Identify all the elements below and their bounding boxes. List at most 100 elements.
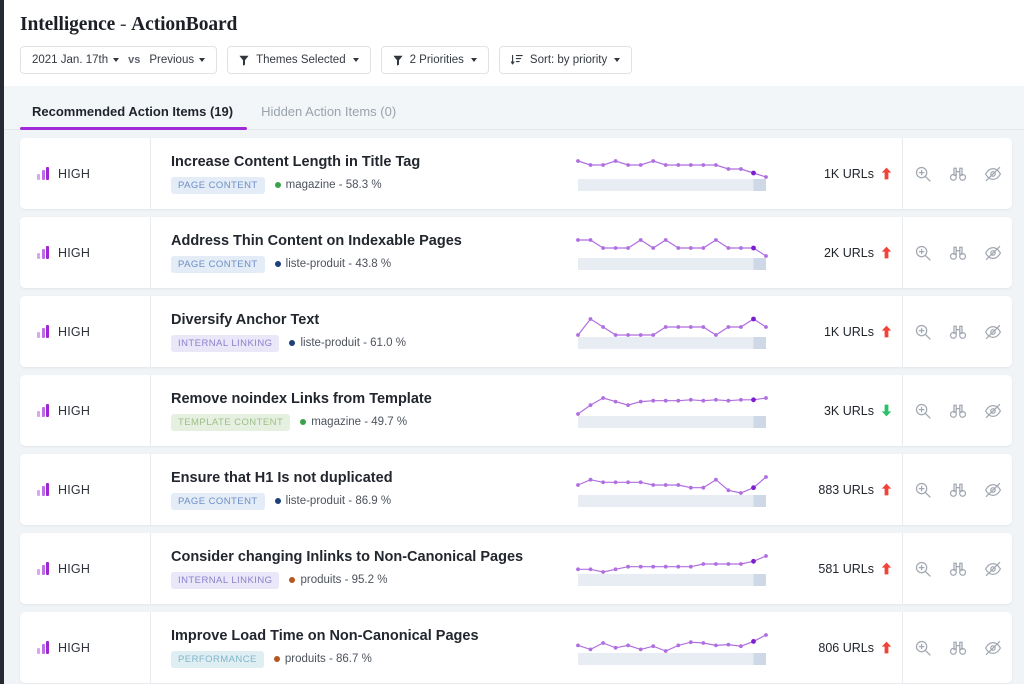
url-count-label: 883 URLs (818, 482, 874, 497)
hide-button[interactable] (983, 638, 1003, 658)
page-title: Intelligence - ActionBoard (4, 8, 1024, 42)
trend-sparkline (575, 474, 768, 507)
compare-picker[interactable]: Previous (149, 54, 206, 66)
date-range-control[interactable]: 2021 Jan. 17th vs Previous (20, 46, 218, 74)
trend-up-arrow-icon (881, 483, 892, 496)
segment-color-dot (289, 340, 296, 346)
hide-button[interactable] (983, 559, 1003, 579)
action-item-title[interactable]: Address Thin Content on Indexable Pages (171, 233, 549, 249)
url-count-cell: 1K URLs (784, 296, 902, 367)
segment-info: produits - 95.2 % (289, 574, 387, 586)
chevron-down-icon (470, 58, 477, 62)
action-item-meta: PAGE CONTENT magazine - 58.3 % (171, 176, 549, 194)
priority-label: HIGH (58, 245, 91, 260)
binoculars-icon (949, 167, 966, 181)
explore-button[interactable] (913, 559, 933, 579)
priority-bars-icon (37, 325, 49, 338)
investigate-button[interactable] (948, 322, 968, 342)
trend-cell (559, 296, 784, 367)
explore-button[interactable] (913, 243, 933, 263)
magnifier-plus-icon (915, 166, 931, 182)
eye-slash-icon (984, 561, 1001, 576)
sort-icon (510, 54, 523, 65)
page-title-separator: - (115, 14, 132, 35)
action-item-row[interactable]: HIGH Remove noindex Links from Template TE… (20, 375, 1012, 446)
action-item-row[interactable]: HIGH Consider changing Inlinks to Non-Can… (20, 533, 1012, 604)
segment-label: magazine - 58.3 % (285, 179, 382, 191)
explore-button[interactable] (913, 480, 933, 500)
category-chip: INTERNAL LINKING (171, 571, 280, 589)
action-items-list: HIGH Increase Content Length in Title Tag… (4, 130, 1024, 683)
sort-button[interactable]: Sort: by priority (498, 46, 633, 74)
trend-cell (559, 217, 784, 288)
explore-button[interactable] (913, 322, 933, 342)
segment-label: produits - 86.7 % (284, 653, 372, 665)
category-chip: TEMPLATE CONTENT (171, 413, 291, 431)
eye-slash-icon (984, 640, 1001, 655)
hide-button[interactable] (983, 401, 1003, 421)
trend-up-arrow-icon (881, 246, 892, 259)
segment-color-dot (274, 261, 281, 267)
action-item-title[interactable]: Improve Load Time on Non-Canonical Pages (171, 628, 549, 644)
action-item-row[interactable]: HIGH Increase Content Length in Title Tag… (20, 138, 1012, 209)
action-item-row[interactable]: HIGH Diversify Anchor Text INTERNAL LINKIN… (20, 296, 1012, 367)
action-item-row[interactable]: HIGH Address Thin Content on Indexable Pa… (20, 217, 1012, 288)
investigate-button[interactable] (948, 243, 968, 263)
segment-info: liste-produit - 86.9 % (274, 495, 391, 507)
priority-label: HIGH (58, 640, 91, 655)
action-item-row[interactable]: HIGH Ensure that H1 Is not duplicated PAGE… (20, 454, 1012, 525)
trend-sparkline (575, 395, 768, 428)
binoculars-icon (949, 562, 966, 576)
action-item-details: Ensure that H1 Is not duplicated PAGE CON… (150, 454, 559, 525)
segment-color-dot (274, 498, 281, 504)
priority-cell: HIGH (20, 533, 150, 604)
action-item-meta: INTERNAL LINKING liste-produit - 61.0 % (171, 334, 549, 352)
action-item-details: Increase Content Length in Title Tag PAGE… (150, 138, 559, 209)
investigate-button[interactable] (948, 480, 968, 500)
segment-color-dot (300, 419, 307, 425)
investigate-button[interactable] (948, 164, 968, 184)
priorities-filter-button[interactable]: 2 Priorities (380, 46, 489, 74)
tab-hidden-action-items[interactable]: Hidden Action Items (0) (247, 105, 410, 129)
segment-color-dot (274, 182, 281, 188)
explore-button[interactable] (913, 638, 933, 658)
binoculars-icon (949, 325, 966, 339)
hide-button[interactable] (983, 322, 1003, 342)
trend-up-arrow-icon (881, 325, 892, 338)
date-picker[interactable]: 2021 Jan. 17th (32, 54, 120, 66)
themes-filter-button[interactable]: Themes Selected (227, 46, 371, 74)
segment-info: magazine - 49.7 % (300, 416, 407, 428)
action-item-row[interactable]: HIGH Improve Load Time on Non-Canonical P… (20, 612, 1012, 683)
action-item-title[interactable]: Diversify Anchor Text (171, 312, 549, 328)
action-item-title[interactable]: Ensure that H1 Is not duplicated (171, 470, 549, 486)
magnifier-plus-icon (915, 324, 931, 340)
hide-button[interactable] (983, 164, 1003, 184)
investigate-button[interactable] (948, 559, 968, 579)
row-actions (902, 454, 1012, 525)
action-item-meta: PERFORMANCE produits - 86.7 % (171, 650, 549, 668)
tab-recommended-action-items[interactable]: Recommended Action Items (19) (20, 105, 248, 130)
eye-slash-icon (984, 245, 1001, 260)
explore-button[interactable] (913, 401, 933, 421)
priority-bars-icon (37, 246, 49, 259)
hide-button[interactable] (983, 480, 1003, 500)
investigate-button[interactable] (948, 401, 968, 421)
action-item-title[interactable]: Remove noindex Links from Template (171, 391, 549, 407)
chevron-down-icon (352, 58, 359, 62)
trend-sparkline (575, 632, 768, 665)
trend-up-arrow-icon (881, 167, 892, 180)
action-item-title[interactable]: Increase Content Length in Title Tag (171, 154, 549, 170)
investigate-button[interactable] (948, 638, 968, 658)
action-item-title[interactable]: Consider changing Inlinks to Non-Canonic… (171, 549, 549, 565)
eye-slash-icon (984, 403, 1001, 418)
priority-cell: HIGH (20, 454, 150, 525)
trend-up-arrow-icon (881, 562, 892, 575)
filter-toolbar: 2021 Jan. 17th vs Previous Themes Select… (4, 42, 1024, 86)
hide-button[interactable] (983, 243, 1003, 263)
explore-button[interactable] (913, 164, 933, 184)
trend-up-arrow-icon (881, 641, 892, 654)
segment-label: magazine - 49.7 % (311, 416, 408, 428)
url-count-cell: 3K URLs (784, 375, 902, 446)
priority-cell: HIGH (20, 375, 150, 446)
segment-info: liste-produit - 61.0 % (289, 337, 406, 349)
